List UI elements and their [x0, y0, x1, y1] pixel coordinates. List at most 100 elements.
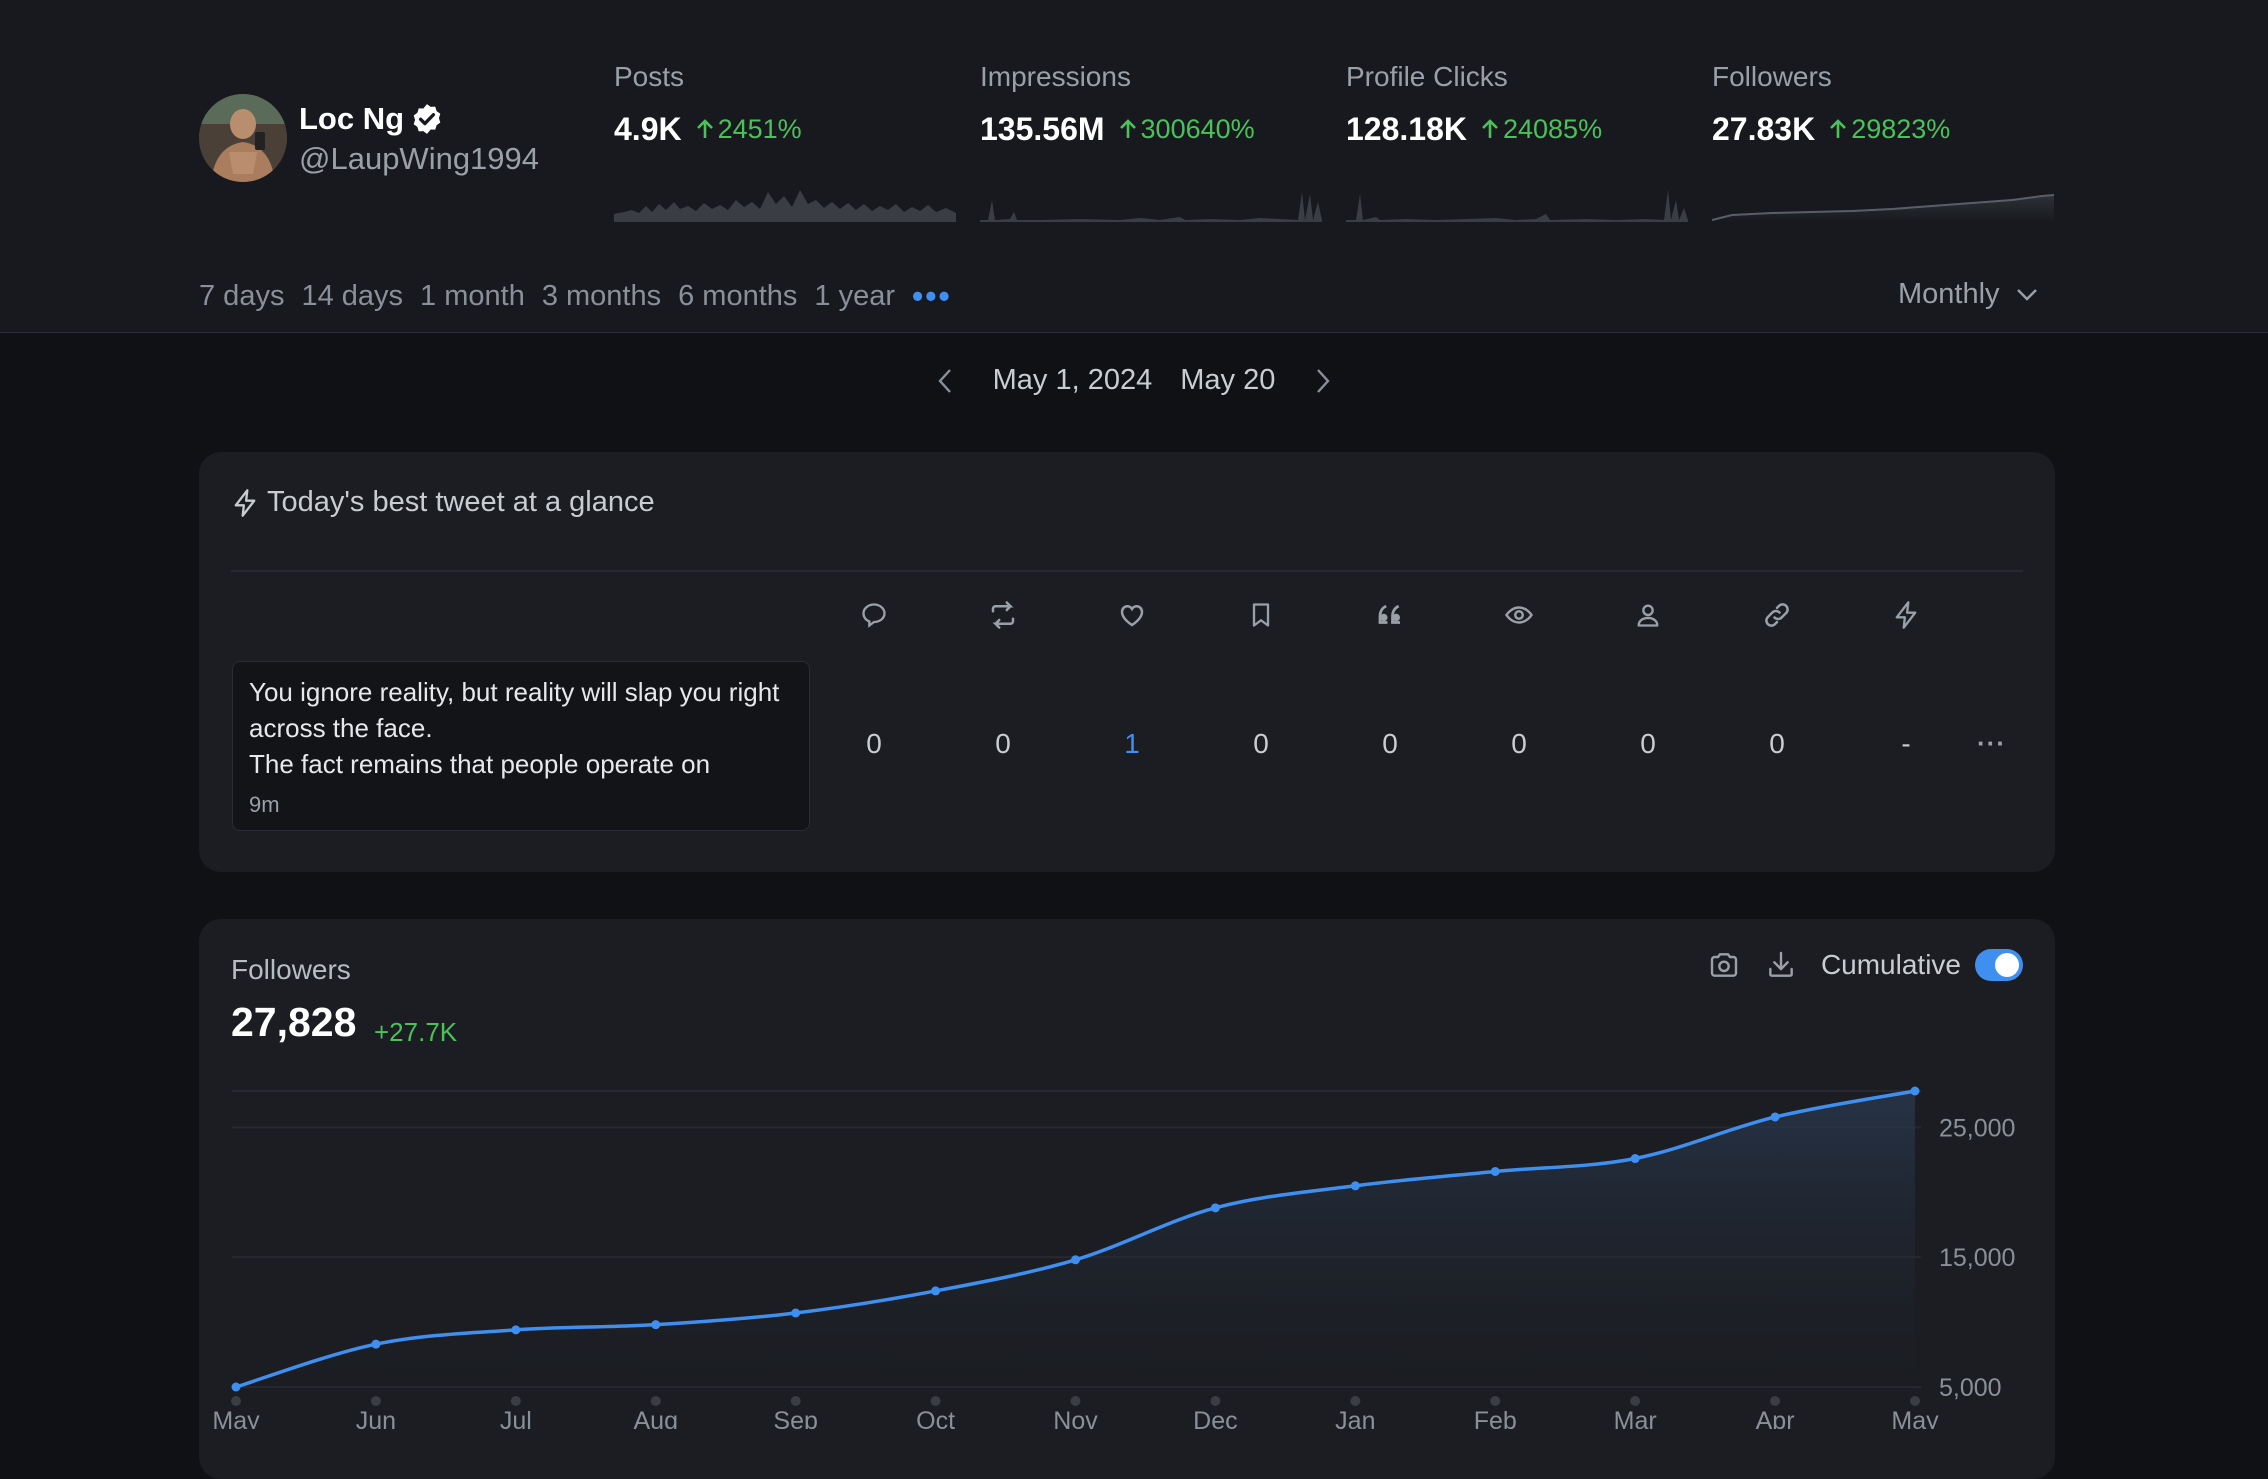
range-1-year[interactable]: 1 year — [814, 280, 895, 313]
stat-change: 300640% — [1140, 113, 1255, 144]
date-navigator: May 1, 2024 May 20 — [0, 364, 2268, 397]
range-1-month[interactable]: 1 month — [420, 280, 525, 313]
stat-value: 128.18K — [1346, 111, 1467, 147]
range-3-months[interactable]: 3 months — [542, 280, 661, 313]
data-point — [1350, 1181, 1360, 1191]
chevron-down-icon — [2016, 288, 2037, 301]
x-tick-dot — [1350, 1396, 1361, 1406]
x-tick-dot — [231, 1396, 241, 1406]
stats-header: Loc Ng @LaupWing1994 Posts 4.9K 2451% Im… — [0, 0, 2268, 333]
eye-icon — [1505, 606, 1533, 624]
bolt-icon — [1895, 601, 1917, 629]
stat-value: 135.56M — [980, 111, 1105, 147]
sparkline-profile-clicks — [1346, 190, 1688, 222]
best-tweet-title: Today's best tweet at a glance — [267, 486, 655, 518]
stat-followers[interactable]: Followers 27.83K 29823% — [1712, 60, 2054, 151]
x-tick-label: Mar — [1614, 1407, 1657, 1429]
metric-retweets-header — [968, 600, 1038, 636]
x-tick-dot — [1210, 1396, 1221, 1406]
y-tick-label: 25,000 — [1939, 1114, 2015, 1142]
x-tick-dot — [1770, 1396, 1781, 1406]
data-point — [651, 1320, 661, 1330]
x-tick-dot — [650, 1396, 661, 1406]
profile-name: Loc Ng — [299, 101, 405, 136]
best-tweet[interactable]: You ignore reality, but reality will sla… — [232, 661, 810, 831]
metric-views-value: 0 — [1511, 728, 1527, 759]
profile[interactable]: Loc Ng @LaupWing1994 — [199, 94, 539, 182]
x-tick-label: Aug — [634, 1407, 678, 1429]
data-point — [231, 1382, 241, 1392]
quote-icon — [1378, 604, 1400, 624]
stat-profile-clicks[interactable]: Profile Clicks 128.18K 24085% — [1346, 60, 1688, 151]
metric-retweets-value: 0 — [995, 728, 1011, 759]
link-icon — [1765, 603, 1789, 627]
granularity-dropdown[interactable]: Monthly — [1898, 278, 2038, 311]
chevron-right-icon[interactable] — [1315, 368, 1331, 394]
metric-engagement-value: - — [1901, 728, 1911, 759]
x-tick-label: Jan — [1335, 1407, 1375, 1429]
data-point — [931, 1286, 941, 1296]
arrow-up-icon — [1830, 119, 1847, 138]
x-tick-dot — [930, 1396, 941, 1406]
metric-profile-visits-header — [1613, 600, 1683, 636]
date-end[interactable]: May 20 — [1180, 364, 1275, 397]
data-point — [1630, 1154, 1640, 1164]
x-tick-label: Dec — [1193, 1407, 1237, 1429]
y-tick-label: 15,000 — [1939, 1244, 2015, 1272]
reply-icon — [862, 603, 886, 628]
x-tick-label: Oct — [916, 1407, 955, 1429]
followers-area — [236, 1091, 1915, 1387]
x-tick-label: May — [212, 1407, 260, 1429]
range-14-days[interactable]: 14 days — [301, 280, 403, 313]
y-tick-label: 5,000 — [1939, 1374, 2002, 1402]
range-6-months[interactable]: 6 months — [678, 280, 797, 313]
metric-link-clicks-value: 0 — [1769, 728, 1785, 759]
stat-posts[interactable]: Posts 4.9K 2451% — [614, 60, 956, 151]
stat-value: 4.9K — [614, 111, 682, 147]
stat-impressions[interactable]: Impressions 135.56M 300640% — [980, 60, 1322, 151]
stat-label: Posts — [614, 61, 685, 92]
data-point — [1071, 1255, 1080, 1265]
date-start[interactable]: May 1, 2024 — [993, 364, 1153, 397]
chevron-left-icon[interactable] — [937, 368, 953, 394]
sparkline-posts — [614, 190, 956, 222]
tweet-time: 9m — [249, 792, 280, 817]
x-tick-dot — [1910, 1396, 1920, 1406]
retweet-icon — [991, 601, 1015, 629]
profile-handle: @LaupWing1994 — [299, 141, 540, 176]
tweet-more-button[interactable]: ··· — [1977, 728, 2006, 759]
stat-label: Impressions — [980, 61, 1131, 92]
stat-label: Followers — [1712, 61, 1832, 92]
x-tick-dot — [510, 1396, 521, 1406]
metric-likes-header — [1097, 600, 1167, 636]
stat-value: 27.83K — [1712, 111, 1816, 147]
sparkline-impressions — [980, 192, 1322, 222]
range-selector: 7 days 14 days 1 month 3 months 6 months… — [199, 278, 969, 315]
metric-quotes-header — [1355, 600, 1425, 636]
stat-change: 2451% — [717, 113, 802, 144]
more-ranges-button[interactable]: ••• — [912, 278, 952, 315]
x-tick-dot — [370, 1396, 381, 1406]
arrow-up-icon — [1119, 119, 1136, 138]
x-tick-dot — [1630, 1396, 1641, 1406]
data-point — [371, 1339, 381, 1349]
metric-engagement-header — [1871, 600, 1941, 636]
x-tick-label: Apr — [1756, 1407, 1795, 1429]
divider — [231, 570, 2023, 572]
stat-change: 29823% — [1851, 113, 1951, 144]
avatar — [199, 94, 287, 182]
arrow-up-icon — [696, 119, 713, 138]
user-icon — [1637, 604, 1659, 627]
followers-card: Followers 27,828 +27.7K Cumulative May Ju… — [199, 919, 2055, 1479]
followers-chart: May Jun Jul Aug Sep Oct Nov Dec Jan Feb Mar Apr May5… — [212, 1086, 2015, 1429]
x-tick-label: Jun — [356, 1407, 396, 1429]
metric-bookmarks-header — [1226, 600, 1296, 636]
best-tweet-card: Today's best tweet at a glance You ignor… — [199, 452, 2055, 872]
x-tick-label: Jul — [500, 1407, 532, 1429]
data-point — [1490, 1166, 1500, 1176]
x-tick-label: Feb — [1474, 1407, 1517, 1429]
data-point — [1910, 1086, 1920, 1096]
range-7-days[interactable]: 7 days — [199, 280, 284, 313]
x-tick-dot — [790, 1396, 801, 1406]
heart-icon — [1120, 604, 1144, 627]
